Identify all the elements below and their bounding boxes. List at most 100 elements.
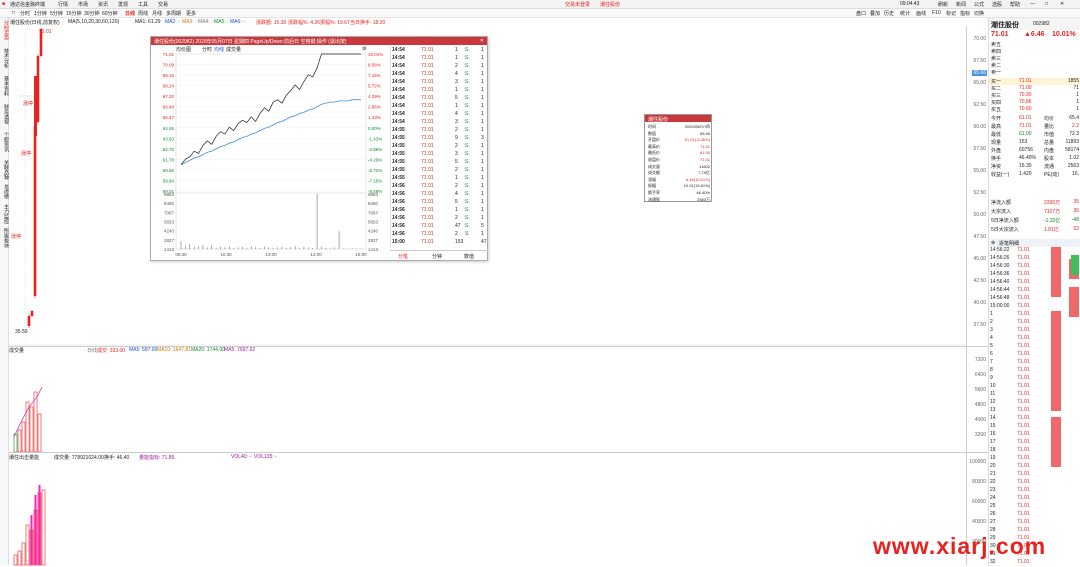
intraday-popup[interactable]: 潮住股份(002982) 2020年05月07日 星期四 PageUp/Down… (150, 36, 488, 261)
trade-ticks-list[interactable]: 14:54 71.01 1 S 1 14:54 71.01 1 S 1 14:54 71.01 2 S 1 1… (390, 46, 488, 248)
stat-label: 净资 (991, 164, 1002, 170)
stat-label: 现量 (991, 140, 1002, 146)
side-tab-news[interactable]: 个股资讯 (1, 132, 9, 152)
stat-label: 最高 (991, 124, 1002, 130)
intraday-x-tick: 09:30 (175, 252, 187, 257)
trade-count: 1 (481, 47, 484, 53)
period-60min[interactable]: 60分钟 (102, 10, 118, 17)
intraday-left-tick: 59.94 (163, 178, 175, 183)
menu-market[interactable]: 行情 (58, 1, 68, 8)
stat-label: 内盘 (1044, 148, 1055, 154)
period-multi[interactable]: 多周期 (166, 10, 181, 17)
trade-time: 14:56 (392, 183, 405, 189)
bid-volume: 1 (1076, 106, 1079, 112)
trade-price: 71.01 (421, 95, 434, 101)
tool-panel[interactable]: 盘口 (856, 10, 866, 17)
bid-level-row: 买一 71.01 1855 (989, 78, 1080, 85)
tool-indicator[interactable]: 指标 (960, 10, 970, 17)
menu-refresh[interactable]: 刷新 (938, 1, 948, 8)
menu-tools[interactable]: 工具 (138, 1, 148, 8)
menu-stock-select[interactable]: 选股 (992, 1, 1002, 8)
side-tab-dragon[interactable]: 龙虎榜 (1, 184, 9, 199)
side-tab-intraday[interactable]: 分时走势 (1, 20, 9, 40)
menu-formula[interactable]: 公式 (974, 1, 984, 8)
intraday-right-tick: 5.72% (368, 84, 381, 89)
period-weekly[interactable]: 周线 (138, 10, 148, 17)
tool-stats[interactable]: 统计 (900, 10, 910, 17)
intraday-right-tick: 1.43% (368, 115, 381, 120)
popup-header[interactable]: 潮住股份(002982) 2020年05月07日 星期四 PageUp/Down… (151, 37, 487, 45)
footer-tab-minute[interactable]: 分钟 (432, 253, 442, 260)
indicator-panel[interactable]: 潮住出击量能 成交量: 778921024.00 换手: 46.40 量能指标:… (9, 452, 966, 566)
tick-volume-bar (1051, 247, 1061, 297)
side-tab-finance[interactable]: 财务透视 (1, 104, 9, 124)
menu-news[interactable]: 资讯 (98, 1, 108, 8)
popup-close-icon[interactable]: ✕ (480, 38, 484, 44)
menu-news-right[interactable]: 新闻 (956, 1, 966, 8)
footer-tab-ticks[interactable]: 分笔 (398, 253, 408, 260)
stat-value: 71.01 (1019, 123, 1032, 129)
minimize-icon[interactable]: — (1030, 1, 1035, 7)
trade-time: 14:55 (392, 143, 405, 149)
side-tab-monitor[interactable]: 主力监控 (1, 204, 9, 224)
period-1min[interactable]: 1分钟 (34, 10, 47, 17)
intraday-right-tick: -1.43% (368, 136, 382, 141)
trade-tick-row: 14:54 71.01 5 S 1 (391, 94, 489, 102)
infobox-value: 11602 (699, 163, 710, 169)
trade-volume: 2 (455, 127, 458, 133)
period-daily[interactable]: 日线 (125, 10, 135, 17)
trade-time: 14:55 (392, 159, 405, 165)
tick-detail-header[interactable]: ⊕ 逐笔明细 (989, 239, 1080, 247)
trade-tick-row: 14:54 71.01 2 S 1 (391, 62, 489, 70)
toolbar-box[interactable]: □ (12, 10, 15, 16)
trade-tick-row: 14:54 71.01 3 S 1 (391, 118, 489, 126)
indicator-bar (17, 550, 22, 566)
close-icon[interactable]: ✕ (1060, 1, 1064, 7)
intraday-left-tick: 2827 (164, 238, 175, 243)
menu-help[interactable]: 帮助 (1010, 1, 1020, 8)
period-5min[interactable]: 5分钟 (50, 10, 63, 17)
footer-tab-value[interactable]: 数值 (464, 253, 474, 260)
ma6-value: MA6: - (230, 19, 245, 25)
trade-price: 71.01 (421, 183, 434, 189)
side-tab-technical[interactable]: 技术分析 (1, 48, 9, 68)
trade-side: S (465, 63, 469, 69)
bid-level-row: 买二 71.00 71 (989, 85, 1080, 92)
trade-price: 71.01 (421, 55, 434, 61)
tool-mark[interactable]: 标记 (946, 10, 956, 17)
period-monthly[interactable]: 月线 (152, 10, 162, 17)
stat-label: 总量 (1044, 140, 1055, 146)
period-more[interactable]: 更多 (186, 10, 196, 17)
maximize-icon[interactable]: □ (1045, 1, 1048, 7)
trade-volume: 1 (455, 103, 458, 109)
tool-overlay[interactable]: 叠加 (870, 10, 880, 17)
side-tab-sector[interactable]: 所属板块 (1, 228, 9, 248)
trade-tick-row: 14:54 71.01 1 S 1 (391, 102, 489, 110)
trade-side: S (465, 87, 469, 93)
tool-draw[interactable]: 画线 (916, 10, 926, 17)
volume-panel[interactable]: 成交量 · 日线 成交: 333.00 MA5: 587.00 MA10: 16… (9, 346, 966, 453)
trade-tick-row: 14:56 71.01 2 S 1 (391, 214, 489, 222)
ask-level-label: 卖五 (991, 42, 1002, 48)
menu-trade[interactable]: 交易 (158, 1, 168, 8)
tool-switch[interactable]: 切换 (974, 10, 984, 17)
trade-login-status[interactable]: 交易未登录 (565, 1, 590, 8)
menu-discover[interactable]: 发现 (118, 1, 128, 8)
tool-history[interactable]: 历史 (884, 10, 894, 17)
volume-bar (17, 429, 22, 453)
trade-count: 1 (481, 191, 484, 197)
tool-f10[interactable]: F10 (932, 10, 941, 16)
intraday-x-tick: 14:00 (310, 252, 322, 257)
side-tab-basic[interactable]: 基本资料 (1, 76, 9, 96)
period-intraday[interactable]: 分时 (20, 10, 30, 17)
intraday-left-tick: 71.01 (163, 52, 175, 57)
side-tab-related[interactable]: 关联品种 (1, 160, 9, 180)
intraday-right-tick: 2.86% (368, 105, 381, 110)
watermark-text: www.xiarj.com (873, 533, 1047, 559)
trade-price: 71.01 (421, 111, 434, 117)
period-30min[interactable]: 30分钟 (84, 10, 100, 17)
app-logo-icon: ■ (2, 1, 6, 7)
menu-exchange[interactable]: 市场 (78, 1, 88, 8)
period-15min[interactable]: 15分钟 (66, 10, 82, 17)
trade-side: S (465, 127, 469, 133)
